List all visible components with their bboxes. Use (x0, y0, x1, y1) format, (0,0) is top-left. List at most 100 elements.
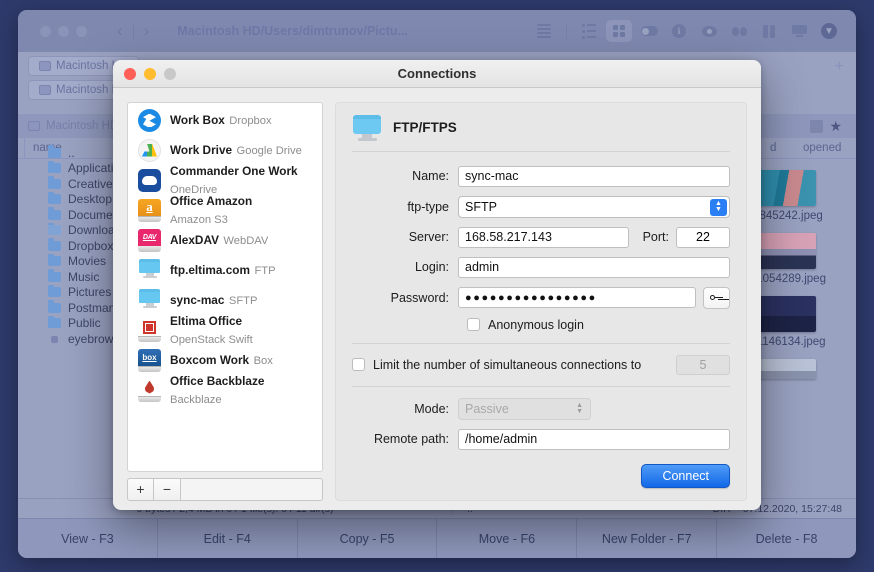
info-icon[interactable]: i (666, 20, 692, 42)
port-input[interactable]: 22 (676, 227, 730, 248)
bg-drive-row[interactable]: Macintosh HD (28, 120, 118, 132)
list-view-icon[interactable] (531, 20, 557, 42)
bg-close-icon[interactable] (40, 26, 51, 37)
connection-detail-pane: FTP/FTPS Name: sync-mac ftp-type SFTP ▲▼… (335, 102, 747, 501)
mode-value: Passive (465, 402, 509, 416)
bg-minimize-icon[interactable] (58, 26, 69, 37)
limit-connections-input[interactable]: 5 (676, 355, 730, 375)
eye-icon[interactable] (696, 20, 722, 42)
folder-icon (48, 241, 61, 251)
form-row-login: Login: admin (352, 257, 730, 278)
add-connection-button[interactable]: + (127, 478, 154, 501)
favorite-star-icon[interactable]: ★ (829, 118, 842, 135)
connections-list[interactable]: Work Box Dropbox Work Drive Google Drive… (127, 102, 323, 472)
ftp-server-icon (138, 259, 161, 282)
form-row-mode: Mode: Passive ▲▼ (352, 398, 730, 420)
stop-square-icon[interactable] (810, 120, 823, 133)
connection-row-dropbox[interactable]: Work Box Dropbox (128, 105, 322, 135)
connection-type: WebDAV (223, 235, 268, 247)
login-input[interactable]: admin (458, 257, 730, 278)
connection-name: Office Amazon (170, 194, 252, 208)
key-icon-button[interactable] (703, 287, 730, 309)
fkey-view[interactable]: View - F3 (18, 519, 158, 559)
limit-connections-label: Limit the number of simultaneous connect… (373, 358, 641, 372)
mode-label: Mode: (352, 402, 458, 416)
network-folder-icon[interactable] (786, 20, 812, 42)
hard-drive-icon (39, 61, 51, 71)
file-name: Movies (68, 254, 106, 268)
connection-type: Box (254, 355, 273, 367)
ftp-type-value: SFTP (465, 200, 497, 214)
fkey-new-folder[interactable]: New Folder - F7 (577, 519, 717, 559)
name-input[interactable]: sync-mac (458, 166, 730, 187)
download-icon[interactable]: ▼ (816, 20, 842, 42)
ftp-type-select[interactable]: SFTP ▲▼ (458, 196, 730, 218)
remove-connection-button[interactable]: − (154, 478, 181, 501)
image-thumbnail (756, 296, 816, 332)
file-name: .. (68, 146, 75, 160)
connections-dialog: Connections Work Box Dropbox Work Drive … (113, 60, 761, 510)
remote-path-input[interactable]: /home/admin (458, 429, 730, 450)
connect-button[interactable]: Connect (641, 464, 730, 488)
bg-nav-arrows[interactable]: ‹ › (109, 21, 157, 41)
file-name: Pictures (68, 285, 111, 299)
password-input[interactable]: ●●●●●●●●●●●●●●●● (458, 287, 696, 308)
toggle-switch-icon[interactable] (636, 20, 662, 42)
bg-path-label: Macintosh HD/Users/dimtrunov/Pictu... (177, 24, 408, 38)
image-thumbnail[interactable] (756, 359, 816, 379)
connection-row-openstack-swift[interactable]: Eltima Office OpenStack Swift (128, 315, 322, 345)
hard-drive-icon (28, 121, 40, 131)
fkey-move[interactable]: Move - F6 (437, 519, 577, 559)
image-thumbnail (756, 170, 816, 206)
server-input[interactable]: 168.58.217.143 (458, 227, 629, 248)
anonymous-login-row[interactable]: Anonymous login (352, 318, 730, 332)
column-header-opened[interactable]: opened (803, 142, 841, 154)
folder-icon (48, 179, 61, 189)
column-header-d[interactable]: d (770, 142, 776, 154)
file-icon (48, 334, 61, 344)
file-name: Dropbox (68, 239, 113, 253)
connection-row-webdav[interactable]: DAV AlexDAV WebDAV (128, 225, 322, 255)
password-label: Password: (352, 291, 458, 305)
bg-window-traffic-lights[interactable] (40, 26, 87, 37)
fkey-copy[interactable]: Copy - F5 (298, 519, 438, 559)
grid-view-icon[interactable] (606, 20, 632, 42)
connection-type: Amazon S3 (170, 214, 228, 226)
split-panes-icon[interactable] (756, 20, 782, 42)
connection-type: Google Drive (237, 145, 302, 157)
bg-view-toggles[interactable]: ★ (810, 118, 842, 135)
connection-row-sftp[interactable]: sync-mac SFTP (128, 285, 322, 315)
detail-view-icon[interactable] (576, 20, 602, 42)
binoculars-icon[interactable] (726, 20, 752, 42)
form-row-name: Name: sync-mac (352, 166, 730, 187)
mode-select: Passive ▲▼ (458, 398, 591, 420)
chevron-updown-icon[interactable]: ▲▼ (710, 199, 727, 216)
fkey-delete[interactable]: Delete - F8 (717, 519, 856, 559)
connection-row-onedrive[interactable]: Commander One Work OneDrive (128, 165, 322, 195)
add-tab-icon[interactable]: + (835, 58, 844, 76)
webdav-icon: DAV (138, 229, 161, 252)
connection-row-backblaze[interactable]: Office Backblaze Backblaze (128, 375, 322, 405)
name-label: Name: (352, 169, 458, 183)
detail-title: FTP/FTPS (393, 120, 457, 135)
function-key-bar: View - F3 Edit - F4 Copy - F5 Move - F6 … (18, 518, 856, 558)
limit-connections-row[interactable]: Limit the number of simultaneous connect… (352, 355, 730, 375)
forward-icon[interactable]: › (136, 21, 158, 41)
amazon-s3-icon: a (138, 199, 161, 222)
connection-row-box[interactable]: box Boxcom Work Box (128, 345, 322, 375)
toolbar-separator (566, 23, 567, 39)
back-icon[interactable]: ‹ (109, 21, 131, 41)
dialog-title-bar[interactable]: Connections (113, 60, 761, 88)
anonymous-login-checkbox[interactable] (467, 318, 480, 331)
connection-type: OpenStack Swift (170, 334, 253, 346)
ftp-type-label: ftp-type (352, 200, 458, 214)
dialog-body: Work Box Dropbox Work Drive Google Drive… (113, 88, 761, 510)
fkey-edit[interactable]: Edit - F4 (158, 519, 298, 559)
connections-column: Work Box Dropbox Work Drive Google Drive… (127, 102, 323, 501)
bg-maximize-icon[interactable] (76, 26, 87, 37)
connection-row-ftp[interactable]: ftp.eltima.com FTP (128, 255, 322, 285)
openstack-swift-icon (138, 319, 161, 342)
limit-connections-checkbox[interactable] (352, 358, 365, 371)
connection-row-google-drive[interactable]: Work Drive Google Drive (128, 135, 322, 165)
connection-row-amazon-s3[interactable]: a Office Amazon Amazon S3 (128, 195, 322, 225)
